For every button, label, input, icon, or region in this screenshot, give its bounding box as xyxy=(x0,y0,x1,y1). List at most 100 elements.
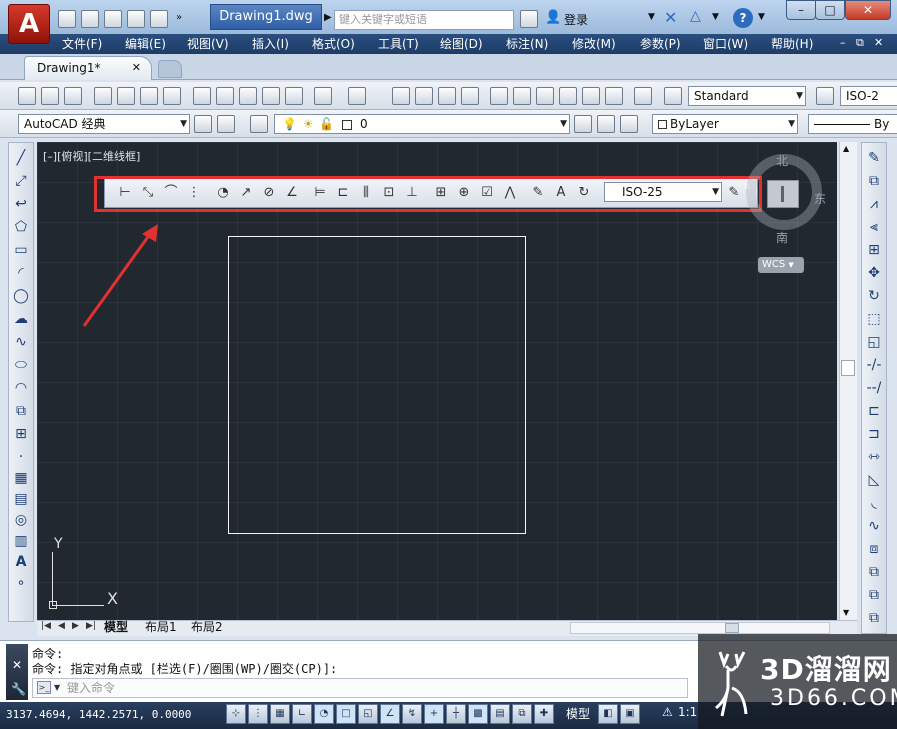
doc-restore-icon[interactable]: ⧉ xyxy=(856,36,864,50)
table-icon[interactable]: ▥ xyxy=(12,532,30,550)
open-icon[interactable] xyxy=(41,87,59,105)
quick-properties-icon[interactable]: ▤ xyxy=(490,704,510,724)
next-layout-icon[interactable]: ▶ xyxy=(72,621,79,631)
menu-file[interactable]: 文件(F) xyxy=(62,36,102,52)
stretch-icon[interactable]: ◱ xyxy=(865,333,883,351)
tab-layout1[interactable]: 布局1 xyxy=(145,620,177,635)
undo-icon[interactable] xyxy=(314,87,332,105)
menu-draw[interactable]: 绘图(D) xyxy=(440,36,483,52)
send-back-icon[interactable]: ⧉ xyxy=(865,609,883,627)
break-at-point-icon[interactable]: ⊏ xyxy=(865,402,883,420)
connect-dropdown-icon[interactable]: ▼ xyxy=(712,12,719,22)
block-editor-icon[interactable] xyxy=(285,87,303,105)
vertical-scrollbar[interactable]: ▲ ▼ xyxy=(839,142,857,622)
blend-curves-icon[interactable]: ∿ xyxy=(865,517,883,535)
doc-minimize-icon[interactable]: – xyxy=(840,36,846,49)
scroll-thumb[interactable] xyxy=(841,360,855,376)
cut-icon[interactable] xyxy=(193,87,211,105)
lineweight-icon[interactable]: ┼ xyxy=(446,704,466,724)
login-dropdown-icon[interactable]: ▼ xyxy=(648,12,655,22)
zoom-window-icon[interactable] xyxy=(438,87,456,105)
transparency-icon[interactable]: ▩ xyxy=(468,704,488,724)
menu-modify[interactable]: 修改(M) xyxy=(572,36,616,52)
fillet-icon[interactable]: ◟ xyxy=(865,494,883,512)
move-icon[interactable]: ✥ xyxy=(865,264,883,282)
extend-icon[interactable]: --/ xyxy=(865,379,883,397)
command-prompt-icon[interactable]: >_ xyxy=(37,681,51,694)
text-style-select[interactable]: Standard ▼ xyxy=(688,86,806,106)
quick-view-layouts-icon[interactable]: ◧ xyxy=(598,704,618,724)
circle-icon[interactable]: ◯ xyxy=(12,287,30,305)
construction-line-icon[interactable]: ⤢ xyxy=(12,172,30,190)
binoculars-icon[interactable] xyxy=(520,10,538,28)
rectangle-icon[interactable]: ▭ xyxy=(12,241,30,259)
more-qat-icon[interactable]: » xyxy=(176,12,182,23)
cursor-coordinates[interactable]: 3137.4694, 1442.2571, 0.0000 xyxy=(6,708,191,721)
menu-format[interactable]: 格式(O) xyxy=(312,36,355,52)
erase-icon[interactable]: ✎ xyxy=(865,149,883,167)
menu-edit[interactable]: 编辑(E) xyxy=(125,36,166,52)
restore-button[interactable]: □ xyxy=(815,0,845,20)
exchange-icon[interactable]: ✕ xyxy=(664,8,677,27)
help-icon[interactable] xyxy=(634,87,652,105)
point-icon[interactable]: · xyxy=(12,448,30,466)
join-icon[interactable]: ⇿ xyxy=(865,448,883,466)
print-icon[interactable] xyxy=(150,10,168,28)
last-layout-icon[interactable]: ▶| xyxy=(86,621,96,631)
menu-parameters[interactable]: 参数(P) xyxy=(640,36,681,52)
line-icon[interactable]: ╱ xyxy=(12,149,30,167)
infer-constraints-icon[interactable]: ⊹ xyxy=(226,704,246,724)
text-style-icon[interactable] xyxy=(664,87,682,105)
pan-icon[interactable] xyxy=(392,87,410,105)
ellipse-arc-icon[interactable]: ◠ xyxy=(12,379,30,397)
drawn-rectangle[interactable] xyxy=(228,236,526,534)
grid-display-icon[interactable]: ▦ xyxy=(270,704,290,724)
array-icon[interactable]: ⊞ xyxy=(865,241,883,259)
layer-properties-icon[interactable] xyxy=(250,115,268,133)
paste-icon[interactable] xyxy=(239,87,257,105)
rotate-icon[interactable]: ↻ xyxy=(865,287,883,305)
dim-style-select[interactable]: ISO-2 xyxy=(840,86,897,106)
otrack-icon[interactable]: ∠ xyxy=(380,704,400,724)
login-button[interactable]: 登录 xyxy=(564,10,588,30)
chamfer-icon[interactable]: ◺ xyxy=(865,471,883,489)
save-as-icon[interactable] xyxy=(127,10,145,28)
annotation-scale-icon[interactable]: ⚠ xyxy=(662,705,673,719)
customize-icon[interactable] xyxy=(217,115,235,133)
region-icon[interactable]: ◎ xyxy=(12,511,30,529)
compass-south[interactable]: 南 xyxy=(776,229,788,246)
menu-tools[interactable]: 工具(T) xyxy=(378,36,419,52)
ucs-dynamic-icon[interactable]: ↯ xyxy=(402,704,422,724)
add-selected-icon[interactable]: ∘ xyxy=(12,574,30,592)
minimize-button[interactable]: – xyxy=(786,0,816,20)
layer-previous-icon[interactable] xyxy=(597,115,615,133)
expand-arrow-icon[interactable]: ▶ xyxy=(324,12,332,23)
polygon-icon[interactable]: ⬠ xyxy=(12,218,30,236)
layer-select[interactable]: 💡 ☀ 🔓 0 ▼ xyxy=(274,114,570,134)
ortho-mode-icon[interactable]: ∟ xyxy=(292,704,312,724)
match-properties-icon[interactable] xyxy=(262,87,280,105)
menu-window[interactable]: 窗口(W) xyxy=(703,36,748,52)
search-input[interactable]: 键入关键字或短语 xyxy=(334,10,514,30)
prev-layout-icon[interactable]: ◀ xyxy=(58,621,65,631)
new-tab-button[interactable] xyxy=(158,60,182,78)
close-icon[interactable]: ✕ xyxy=(12,658,22,672)
publish-icon[interactable] xyxy=(140,87,158,105)
properties-icon[interactable] xyxy=(490,87,508,105)
design-center-icon[interactable] xyxy=(513,87,531,105)
workspace-select[interactable]: AutoCAD 经典 ▼ xyxy=(18,114,190,134)
menu-insert[interactable]: 插入(I) xyxy=(252,36,289,52)
insert-block-icon[interactable]: ⧉ xyxy=(12,402,30,420)
help-dropdown-icon[interactable]: ▼ xyxy=(758,12,765,22)
dim-style-icon[interactable] xyxy=(816,87,834,105)
gradient-icon[interactable]: ▤ xyxy=(12,490,30,508)
tab-model[interactable]: 模型 xyxy=(104,620,128,635)
tool-palettes-icon[interactable] xyxy=(536,87,554,105)
layer-states-icon[interactable] xyxy=(620,115,638,133)
new-file-icon[interactable] xyxy=(58,10,76,28)
redo-icon[interactable] xyxy=(348,87,366,105)
menu-view[interactable]: 视图(V) xyxy=(187,36,229,52)
trim-icon[interactable]: -/- xyxy=(865,356,883,374)
explode-icon[interactable]: ⧈ xyxy=(865,540,883,558)
polar-tracking-icon[interactable]: ◔ xyxy=(314,704,334,724)
